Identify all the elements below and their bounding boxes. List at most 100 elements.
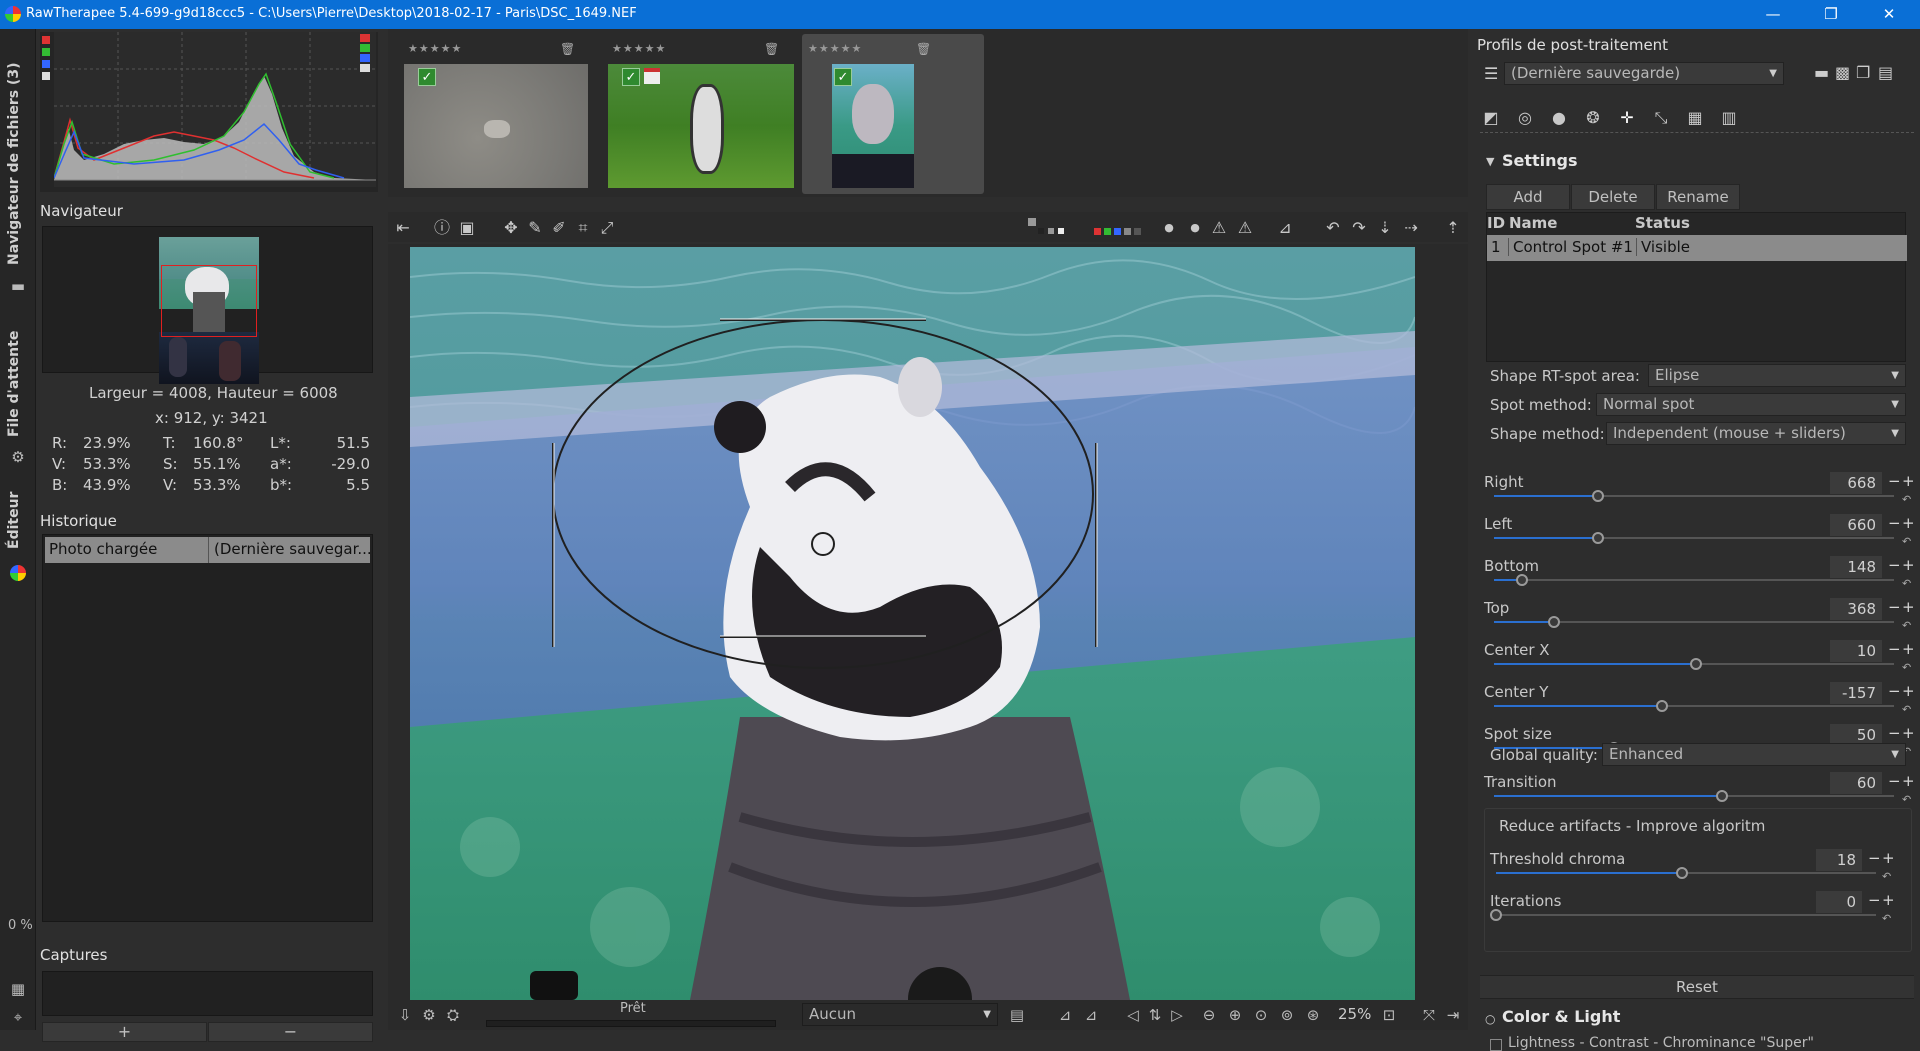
increment-button[interactable]: + (1902, 598, 1915, 616)
expander-icon[interactable]: ▼ (1486, 155, 1494, 168)
close-button[interactable]: ✕ (1860, 0, 1918, 29)
sync-icon[interactable]: ⇅ (1144, 1004, 1166, 1026)
histogram-options[interactable] (360, 34, 370, 78)
thumb-rating[interactable]: ★★★★★ (808, 42, 862, 55)
spot-table[interactable]: ID Name Status 1 Control Spot #1 Visible (1486, 212, 1907, 362)
focus-mask-small-icon[interactable]: ● (1184, 217, 1206, 239)
restore-button[interactable]: ❐ (1802, 0, 1860, 29)
external-editor-icon[interactable]: ⛭ (442, 1004, 464, 1026)
shape-dropdown[interactable]: Elipse ▼ (1648, 364, 1906, 387)
slider-track[interactable] (1494, 700, 1894, 712)
slider-track[interactable] (1494, 790, 1894, 802)
reset-slider-icon[interactable]: ↶ (1902, 577, 1911, 590)
increment-button[interactable]: + (1902, 724, 1915, 742)
slider-track[interactable] (1494, 658, 1894, 670)
delete-spot-button[interactable]: Delete (1571, 184, 1655, 210)
slider-handle[interactable] (1592, 490, 1604, 502)
next-image-icon[interactable]: ▷ (1166, 1004, 1188, 1026)
highlight-clipping-icon[interactable]: ⚠ (1234, 217, 1256, 239)
previous-image-icon[interactable]: ◁ (1122, 1004, 1144, 1026)
save-icon[interactable]: ⇩ (394, 1004, 416, 1026)
flip-horizontal-icon[interactable]: ⇢ (1400, 217, 1422, 239)
fullscreen-icon[interactable]: ⌖ (8, 1007, 28, 1027)
luminance-toggle[interactable] (42, 72, 50, 80)
tab-locallab-icon[interactable]: ✛ (1616, 107, 1638, 129)
folder-icon[interactable]: ▬ (8, 276, 28, 296)
console-icon[interactable]: ▦ (8, 979, 28, 999)
channel-preview-buttons[interactable] (1094, 228, 1142, 236)
blue-channel-toggle[interactable] (42, 60, 50, 68)
slider-handle[interactable] (1548, 616, 1560, 628)
add-snapshot-button[interactable]: + (42, 1022, 207, 1042)
tab-raw-icon[interactable]: ▦ (1684, 107, 1706, 129)
image-canvas[interactable] (388, 244, 1468, 1000)
gamut-check-icon[interactable]: ⊿ (1080, 1004, 1102, 1026)
add-spot-button[interactable]: Add (1486, 184, 1570, 210)
increment-button[interactable]: + (1902, 514, 1915, 532)
navigator-preview[interactable] (42, 226, 373, 384)
info-icon[interactable]: ⓘ (431, 217, 453, 239)
open-profile-icon[interactable]: ▬ (1814, 63, 1829, 82)
queue-icon[interactable]: ⚙ (418, 1004, 440, 1026)
slider-handle[interactable] (1516, 574, 1528, 586)
slider-track[interactable] (1494, 574, 1894, 586)
reset-slider-icon[interactable]: ↶ (1902, 535, 1911, 548)
decrement-button[interactable]: − (1888, 772, 1901, 790)
decrement-button[interactable]: − (1888, 472, 1901, 490)
thumb-rating[interactable]: ★★★★★ (612, 42, 666, 55)
col-name[interactable]: Name (1509, 214, 1557, 232)
minimize-button[interactable]: — (1744, 0, 1802, 29)
before-after-icon[interactable]: ▣ (456, 217, 478, 239)
color-picker-icon[interactable]: ✐ (548, 217, 570, 239)
decrement-button[interactable]: − (1888, 682, 1901, 700)
zoom-fit-crop-icon[interactable]: ⊛ (1302, 1004, 1324, 1026)
decrement-button[interactable]: − (1888, 556, 1901, 574)
zoom-100-icon[interactable]: ⊙ (1250, 1004, 1272, 1026)
reset-slider-icon[interactable]: ↶ (1902, 493, 1911, 506)
fullscreen-toggle-icon[interactable]: ⤧ (1418, 1004, 1440, 1026)
hand-tool-icon[interactable]: ✥ (500, 217, 522, 239)
slider-handle[interactable] (1690, 658, 1702, 670)
reset-slider-icon[interactable]: ↶ (1902, 793, 1911, 806)
rotate-right-icon[interactable]: ↷ (1348, 217, 1370, 239)
shadow-clipping-icon[interactable]: ⚠ (1208, 217, 1230, 239)
slider-value-field[interactable]: 368 (1830, 598, 1882, 620)
color-wheel-icon[interactable] (8, 565, 28, 585)
slider-value-field[interactable]: 660 (1830, 514, 1882, 536)
straighten-icon[interactable]: ⤢ (596, 217, 618, 239)
checkbox[interactable] (1490, 1039, 1502, 1051)
decrement-button[interactable]: − (1888, 598, 1901, 616)
gamut-warning-icon[interactable]: ⊿ (1054, 1004, 1076, 1026)
red-channel-toggle[interactable] (42, 36, 50, 44)
hide-right-panel-icon[interactable]: ⇥ (1442, 1004, 1464, 1026)
slider-handle[interactable] (1592, 532, 1604, 544)
white-balance-picker-icon[interactable]: ✎ (524, 217, 546, 239)
col-status[interactable]: Status (1635, 214, 1690, 232)
increment-button[interactable]: + (1902, 556, 1915, 574)
decrement-button[interactable]: − (1888, 514, 1901, 532)
history-row[interactable]: Photo chargée (Dernière sauvegar... (45, 537, 370, 563)
zoom-fit-icon[interactable]: ⊚ (1276, 1004, 1298, 1026)
reset-slider-icon[interactable]: ↶ (1902, 661, 1911, 674)
enable-toggle-icon[interactable]: ○ (1485, 1012, 1495, 1026)
hide-left-panel-icon[interactable]: ⇤ (392, 217, 414, 239)
copy-profile-icon[interactable]: ❐ (1856, 63, 1870, 82)
slider-track[interactable] (1494, 532, 1894, 544)
slider-value-field[interactable]: 10 (1830, 640, 1882, 662)
trash-icon[interactable]: 🗑 (916, 42, 931, 56)
tab-editor[interactable]: Éditeur (6, 492, 22, 549)
tab-metadata-icon[interactable]: ▥ (1718, 107, 1740, 129)
trash-icon[interactable]: 🗑 (560, 42, 575, 56)
zoom-in-icon[interactable]: ⊕ (1224, 1004, 1246, 1026)
list-icon[interactable]: ☰ (1484, 64, 1498, 83)
decrement-button[interactable]: − (1888, 724, 1901, 742)
crop-icon[interactable]: ⌗ (572, 217, 594, 239)
slider-track[interactable] (1494, 616, 1894, 628)
slider-value-field[interactable]: 668 (1830, 472, 1882, 494)
profile-dropdown[interactable]: (Dernière sauvegarde) ▼ (1504, 62, 1784, 85)
perspective-icon[interactable]: ⊿ (1274, 217, 1296, 239)
tab-color-icon[interactable]: ● (1548, 107, 1570, 129)
tab-exposure-icon[interactable]: ◩ (1480, 107, 1502, 129)
table-row[interactable]: 1 Control Spot #1 Visible (1487, 235, 1907, 261)
increment-button[interactable]: + (1902, 472, 1915, 490)
